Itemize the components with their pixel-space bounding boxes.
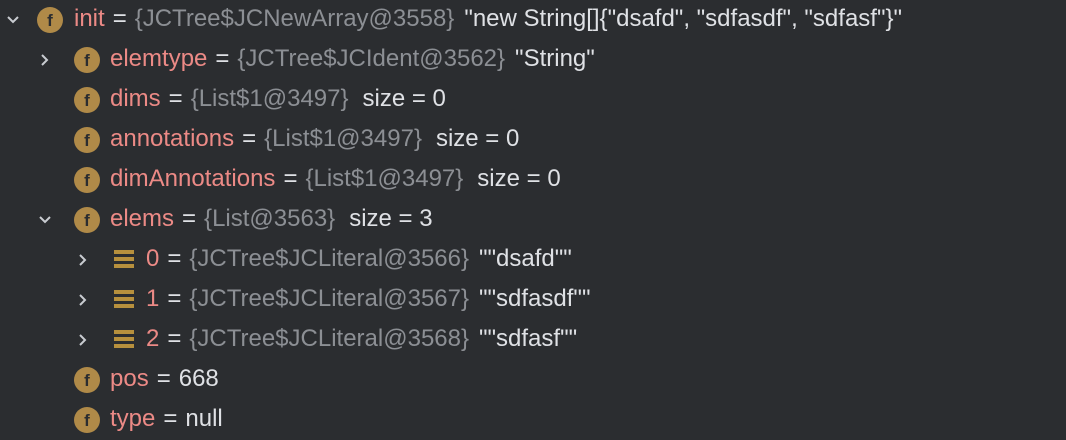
variable-text-dimannotations: dimAnnotations = {List$1@3497} size = 0	[110, 165, 561, 193]
field-icon: f	[37, 7, 63, 33]
field-icon: f	[74, 207, 100, 233]
variable-value: ""dsafd""	[479, 245, 572, 272]
tree-row-pos[interactable]: f pos = 668	[0, 360, 1066, 400]
equals-sign: =	[167, 245, 182, 272]
object-reference: {JCTree$JCLiteral@3566}	[189, 245, 469, 272]
variable-name: pos	[110, 365, 149, 392]
tree-row-elem-2[interactable]: 2 = {JCTree$JCLiteral@3568} ""sdfasf""	[0, 320, 1066, 360]
variable-value: null	[185, 405, 223, 432]
object-reference: {JCTree$JCNewArray@3558}	[134, 5, 455, 32]
array-element-icon	[114, 290, 134, 310]
variable-name: init	[74, 5, 105, 32]
tree-row-elem-0[interactable]: 0 = {JCTree$JCLiteral@3566} ""dsafd""	[0, 240, 1066, 280]
equals-sign: =	[167, 325, 182, 352]
tree-row-annotations[interactable]: f annotations = {List$1@3497} size = 0	[0, 120, 1066, 160]
chevron-down-icon[interactable]	[6, 13, 20, 27]
element-index: 0	[146, 245, 160, 272]
object-reference: {List$1@3497}	[264, 125, 422, 152]
tree-row-elems[interactable]: f elems = {List@3563} size = 3	[0, 200, 1066, 240]
equals-sign: =	[112, 5, 127, 32]
object-reference: {JCTree$JCIdent@3562}	[237, 45, 506, 72]
field-icon: f	[74, 127, 100, 153]
equals-sign: =	[156, 365, 171, 392]
object-reference: {List$1@3497}	[190, 85, 349, 112]
variable-text-annotations: annotations = {List$1@3497} size = 0	[110, 125, 519, 153]
variable-name: elemtype	[110, 45, 208, 72]
equals-sign: =	[163, 405, 178, 432]
element-index: 1	[146, 285, 160, 312]
variable-value: size = 0	[477, 165, 561, 192]
variable-value: 668	[178, 365, 219, 392]
variable-name: dims	[110, 85, 161, 112]
tree-row-dims[interactable]: f dims = {List$1@3497} size = 0	[0, 80, 1066, 120]
element-index: 2	[146, 325, 160, 352]
equals-sign: =	[182, 205, 197, 232]
variable-name: annotations	[110, 125, 235, 152]
variable-name: elems	[110, 205, 175, 232]
field-icon: f	[74, 87, 100, 113]
field-icon: f	[74, 47, 100, 73]
chevron-right-icon[interactable]	[76, 253, 90, 267]
variable-text-elemtype: elemtype = {JCTree$JCIdent@3562} "String…	[110, 45, 595, 73]
object-reference: {JCTree$JCLiteral@3567}	[189, 285, 469, 312]
array-element-icon	[114, 250, 134, 270]
variable-value: ""sdfasf""	[479, 325, 578, 352]
tree-row-elemtype[interactable]: f elemtype = {JCTree$JCIdent@3562} "Stri…	[0, 40, 1066, 80]
variable-text-elem-2: 2 = {JCTree$JCLiteral@3568} ""sdfasf""	[146, 325, 577, 353]
tree-row-type[interactable]: f type = null	[0, 400, 1066, 440]
variable-value: size = 0	[362, 85, 446, 112]
variable-name: dimAnnotations	[110, 165, 276, 192]
chevron-down-icon[interactable]	[38, 213, 52, 227]
variable-value: ""sdfasdf""	[479, 285, 591, 312]
chevron-right-icon[interactable]	[76, 333, 90, 347]
object-reference: {JCTree$JCLiteral@3568}	[189, 325, 469, 352]
array-element-icon	[114, 330, 134, 350]
tree-row-elem-1[interactable]: 1 = {JCTree$JCLiteral@3567} ""sdfasdf""	[0, 280, 1066, 320]
object-reference: {List@3563}	[204, 205, 336, 232]
field-icon: f	[74, 407, 100, 433]
variable-text-elems: elems = {List@3563} size = 3	[110, 205, 433, 233]
tree-row-init[interactable]: f init = {JCTree$JCNewArray@3558} "new S…	[0, 0, 1066, 40]
variable-value: size = 3	[349, 205, 433, 232]
field-icon: f	[74, 367, 100, 393]
tree-row-dimannotations[interactable]: f dimAnnotations = {List$1@3497} size = …	[0, 160, 1066, 200]
variable-text-dims: dims = {List$1@3497} size = 0	[110, 85, 446, 113]
object-reference: {List$1@3497}	[305, 165, 464, 192]
variable-name: type	[110, 405, 156, 432]
variable-value: "new String[]{"dsafd", "sdfasdf", "sdfas…	[464, 5, 903, 32]
equals-sign: =	[215, 45, 230, 72]
equals-sign: =	[167, 285, 182, 312]
variable-text-elem-1: 1 = {JCTree$JCLiteral@3567} ""sdfasdf""	[146, 285, 590, 313]
equals-sign: =	[168, 85, 183, 112]
equals-sign: =	[283, 165, 298, 192]
variable-value: size = 0	[435, 125, 520, 152]
variable-text-type: type = null	[110, 405, 223, 433]
equals-sign: =	[242, 125, 257, 152]
variable-text-pos: pos = 668	[110, 365, 219, 393]
variable-text-init: init = {JCTree$JCNewArray@3558} "new Str…	[74, 5, 902, 33]
field-icon: f	[74, 167, 100, 193]
variable-value: "String"	[515, 45, 595, 72]
chevron-right-icon[interactable]	[38, 53, 52, 67]
debugger-variables-tree: f init = {JCTree$JCNewArray@3558} "new S…	[0, 0, 1066, 440]
variable-text-elem-0: 0 = {JCTree$JCLiteral@3566} ""dsafd""	[146, 245, 572, 273]
chevron-right-icon[interactable]	[76, 293, 90, 307]
